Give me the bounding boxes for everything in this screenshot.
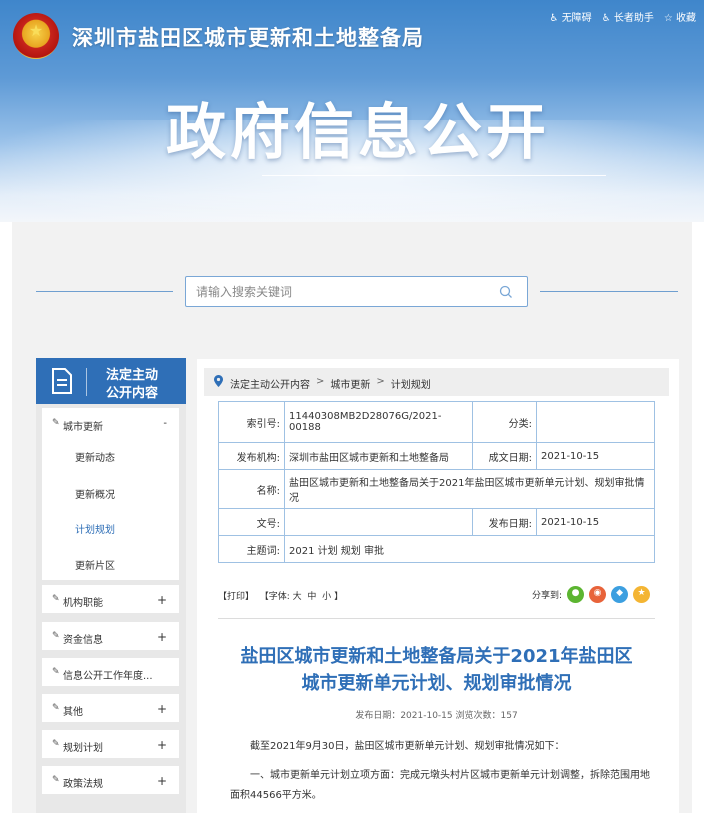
font-medium-link[interactable]: 中: [307, 592, 316, 602]
expand-toggle[interactable]: +: [157, 702, 167, 716]
sidebar-item-annual-report[interactable]: ✎ 信息公开工作年度...: [42, 658, 179, 686]
sidebar-group-urban-renewal: ✎ 城市更新 - 更新动态 更新概况 计划规划 更新片区: [42, 408, 179, 580]
page-title: 政府信息公开: [166, 98, 550, 168]
qzone-icon[interactable]: ★: [633, 586, 651, 603]
article-paragraph: 一、城市更新单元计划立项方面：完成元墩头村片区城市更新单元计划调整，拆除范围用地…: [230, 770, 650, 801]
article-title: 盐田区城市更新和土地整备局关于2021年盐田区 城市更新单元计划、规划审批情况: [218, 643, 655, 697]
wechat-icon[interactable]: ●: [567, 586, 585, 603]
search-rule-right: [540, 291, 678, 292]
favorite-link[interactable]: ☆ 收藏: [664, 9, 696, 24]
name-value: 盐田区城市更新和土地整备局关于2021年盐田区城市更新单元计划、规划审批情况: [284, 469, 655, 509]
qq-icon[interactable]: ◆: [611, 586, 629, 603]
keywords-label: 主题词:: [218, 535, 285, 563]
breadcrumb: 法定主动公开内容 > 城市更新 > 计划规划: [204, 368, 669, 396]
print-link[interactable]: 【打印】: [218, 592, 254, 602]
pencil-icon: ✎: [52, 418, 60, 428]
article-publish-meta: 发布日期：2021-10-15 浏览次数：157: [355, 711, 518, 721]
star-icon: ☆: [663, 13, 673, 24]
document-meta-table: 索引号: 11440308MB2D28076G/2021-00188 分类: 发…: [218, 401, 655, 563]
sidebar-heading: 法定主动 公开内容: [36, 358, 186, 404]
national-emblem-icon: ★: [13, 13, 59, 59]
breadcrumb-item[interactable]: 城市更新: [330, 376, 370, 391]
search-box: [185, 276, 528, 307]
pencil-icon: ✎: [52, 703, 60, 713]
category-value: [536, 401, 655, 443]
article-title-line2: 城市更新单元计划、规划审批情况: [301, 673, 572, 694]
breadcrumb-item[interactable]: 计划规划: [391, 376, 431, 391]
sidebar-item-policy[interactable]: ✎ 政策法规 +: [42, 766, 179, 794]
breadcrumb-item[interactable]: 法定主动公开内容: [230, 376, 310, 391]
share-bar: 分享到: ● ◉ ◆ ★: [532, 586, 651, 603]
sidebar-group-label: 城市更新: [63, 422, 103, 433]
sidebar-item-renewal-overview[interactable]: 更新概况: [75, 486, 115, 501]
sidebar-item-renewal-area[interactable]: 更新片区: [75, 557, 115, 572]
pencil-icon: ✎: [52, 631, 60, 641]
publisher-value: 深圳市盐田区城市更新和土地整备局: [284, 442, 473, 470]
pencil-icon: ✎: [52, 667, 60, 677]
font-size-prefix: 【字体:: [259, 592, 290, 602]
search-icon[interactable]: [499, 285, 513, 299]
search-input[interactable]: [186, 277, 486, 306]
pencil-icon: ✎: [52, 739, 60, 749]
created-date-label: 成文日期:: [472, 442, 537, 470]
font-small-link[interactable]: 小: [322, 592, 331, 602]
keywords-value: 2021 计划 规划 审批: [284, 535, 655, 563]
sidebar-item-plan[interactable]: 计划规划: [75, 521, 115, 536]
elder-icon: ♿: [601, 13, 611, 24]
breadcrumb-separator: >: [376, 376, 385, 387]
sidebar-item-org-function[interactable]: ✎ 机构职能 +: [42, 585, 179, 613]
sidebar-heading-divider: [86, 368, 87, 396]
divider: [218, 618, 655, 619]
accessibility-link[interactable]: ♿ 无障碍: [550, 9, 592, 24]
publisher-label: 发布机构:: [218, 442, 285, 470]
index-value: 11440308MB2D28076G/2021-00188: [284, 401, 473, 443]
expand-toggle[interactable]: +: [157, 593, 167, 607]
font-size-suffix: 】: [334, 592, 344, 602]
article-title-line1: 盐田区城市更新和土地整备局关于2021年盐田区: [240, 646, 633, 667]
pencil-icon: ✎: [52, 594, 60, 604]
publish-date-label: 发布日期:: [472, 508, 537, 536]
sidebar-item-planning[interactable]: ✎ 规划计划 +: [42, 730, 179, 758]
expand-toggle[interactable]: +: [157, 738, 167, 752]
created-date-value: 2021-10-15: [536, 442, 655, 470]
pencil-icon: ✎: [52, 775, 60, 785]
title-underline: [262, 175, 606, 176]
expand-toggle[interactable]: +: [157, 630, 167, 644]
document-icon: [52, 368, 72, 394]
expand-toggle[interactable]: +: [157, 774, 167, 788]
top-links: ♿ 无障碍 ♿ 长者助手 ☆ 收藏: [550, 9, 696, 24]
sidebar-item-funds[interactable]: ✎ 资金信息 +: [42, 622, 179, 650]
sidebar-group-header[interactable]: ✎ 城市更新 -: [42, 415, 179, 435]
header-banner: ★ 深圳市盐田区城市更新和土地整备局 ♿ 无障碍 ♿ 长者助手 ☆ 收藏 政府信…: [0, 0, 704, 222]
doc-number-value: [284, 508, 473, 536]
search-rule-left: [36, 291, 173, 292]
elder-assistant-link[interactable]: ♿ 长者助手: [602, 9, 654, 24]
accessibility-icon: ♿: [549, 13, 559, 24]
name-label: 名称:: [218, 469, 285, 509]
org-title[interactable]: 深圳市盐田区城市更新和土地整备局: [72, 22, 424, 52]
article-paragraph: 截至2021年9月30日，盐田区城市更新单元计划、规划审批情况如下：: [250, 741, 565, 752]
location-pin-icon: [214, 375, 223, 387]
doc-number-label: 文号:: [218, 508, 285, 536]
breadcrumb-separator: >: [316, 376, 325, 387]
sidebar-heading-line2: 公开内容: [106, 386, 159, 401]
category-label: 分类:: [472, 401, 537, 443]
weibo-icon[interactable]: ◉: [589, 586, 607, 603]
index-label: 索引号:: [218, 401, 285, 443]
font-large-link[interactable]: 大: [293, 592, 302, 602]
share-label: 分享到:: [532, 591, 563, 601]
sidebar-heading-line1: 法定主动: [106, 368, 159, 383]
collapse-toggle[interactable]: -: [163, 418, 167, 429]
sidebar-item-renewal-news[interactable]: 更新动态: [75, 449, 115, 464]
publish-date-value: 2021-10-15: [536, 508, 655, 536]
article-tools: 【打印】 【字体: 大 中 小 】: [218, 589, 343, 602]
sidebar-item-other[interactable]: ✎ 其他 +: [42, 694, 179, 722]
